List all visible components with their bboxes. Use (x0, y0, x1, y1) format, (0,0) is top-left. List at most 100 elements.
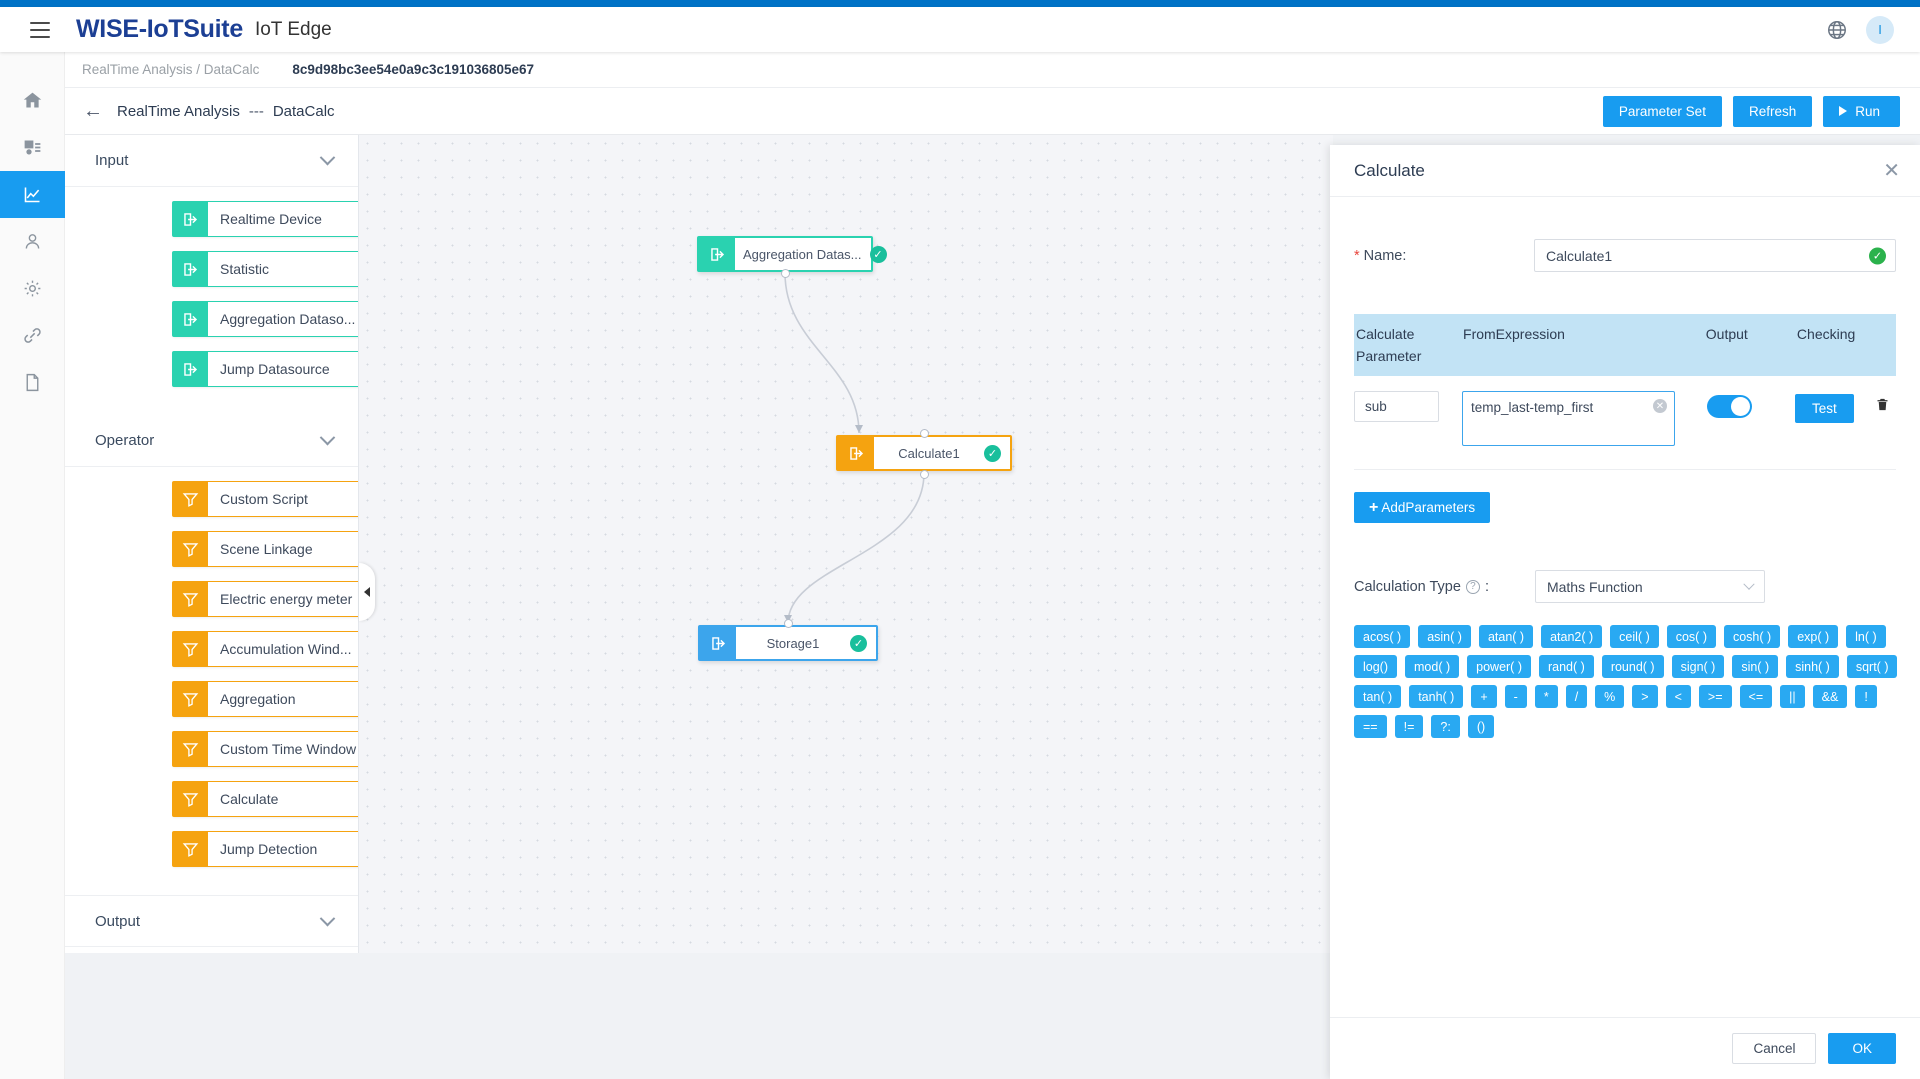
check-circle-icon: ✓ (870, 246, 887, 263)
palette-group-output[interactable]: Output (65, 895, 358, 947)
palette-item-accumulation-window[interactable]: Accumulation Wind... (172, 631, 359, 667)
palette-item-realtime-device[interactable]: Realtime Device (172, 201, 359, 237)
refresh-button[interactable]: Refresh (1733, 96, 1812, 127)
globe-icon[interactable] (1826, 19, 1848, 41)
breadcrumb-path[interactable]: RealTime Analysis / DataCalc (82, 62, 259, 77)
avatar[interactable]: I (1866, 16, 1894, 44)
fn-button-acos[interactable]: acos( ) (1354, 625, 1410, 648)
product-name: IoT Edge (255, 19, 332, 41)
node-port-out[interactable] (920, 470, 929, 479)
rail-item-account[interactable] (0, 218, 65, 265)
parameter-set-button[interactable]: Parameter Set (1603, 96, 1722, 127)
palette-item-label: Custom Time Window (208, 732, 359, 766)
fn-button-power[interactable]: power( ) (1467, 655, 1531, 678)
name-input[interactable] (1534, 239, 1896, 272)
name-label-text: Name: (1364, 248, 1407, 264)
palette-item-jump-detection[interactable]: Jump Detection (172, 831, 359, 867)
node-port-in[interactable] (920, 429, 929, 438)
fn-button-less[interactable]: < (1666, 685, 1691, 708)
fn-button-rand[interactable]: rand( ) (1539, 655, 1594, 678)
fn-button-not-equals[interactable]: != (1395, 715, 1424, 738)
play-icon (1839, 106, 1847, 116)
funnel-icon (173, 582, 208, 616)
palette-group-input[interactable]: Input (65, 135, 358, 187)
breadcrumb: RealTime Analysis / DataCalc 8c9d98bc3ee… (65, 52, 1920, 88)
canvas-node-storage1[interactable]: Storage1 ✓ (698, 625, 878, 661)
fn-button-atan[interactable]: atan( ) (1479, 625, 1533, 648)
canvas-node-label: Calculate1 (874, 437, 984, 469)
fn-button-tan[interactable]: tan( ) (1354, 685, 1401, 708)
rail-item-logs[interactable] (0, 359, 65, 406)
palette-item-aggregation[interactable]: Aggregation (172, 681, 359, 717)
name-field-label: *Name: (1354, 248, 1534, 264)
palette-item-calculate[interactable]: Calculate (172, 781, 359, 817)
rail-item-devices[interactable] (0, 124, 65, 171)
fn-button-or[interactable]: || (1780, 685, 1805, 708)
parameter-name-input[interactable] (1354, 391, 1439, 422)
rail-item-analysis[interactable] (0, 171, 65, 218)
palette-item-custom-script[interactable]: Custom Script (172, 481, 359, 517)
canvas-node-aggregation-datasource[interactable]: Aggregation Datas... ✓ (697, 236, 873, 272)
fn-button-round[interactable]: round( ) (1602, 655, 1664, 678)
expression-textarea[interactable]: temp_last-temp_first (1462, 391, 1675, 446)
rail-item-home[interactable] (0, 77, 65, 124)
arrow-into-box-icon (700, 627, 736, 659)
fn-button-asin[interactable]: asin( ) (1418, 625, 1471, 648)
fn-button-less-equal[interactable]: <= (1740, 685, 1773, 708)
fn-button-and[interactable]: && (1813, 685, 1848, 708)
fn-button-sign[interactable]: sign( ) (1672, 655, 1725, 678)
clear-circle-icon[interactable]: ✕ (1653, 399, 1667, 413)
fn-button-equals[interactable]: == (1354, 715, 1387, 738)
fn-button-ternary[interactable]: ?: (1431, 715, 1459, 738)
arrow-left-icon[interactable]: ← (83, 101, 103, 121)
fn-button-log[interactable]: log() (1354, 655, 1397, 678)
question-circle-icon[interactable]: ? (1466, 580, 1480, 594)
fn-button-parentheses[interactable]: () (1468, 715, 1494, 738)
canvas-node-calculate1[interactable]: Calculate1 ✓ (836, 435, 1012, 471)
palette-collapse-handle[interactable] (359, 563, 375, 621)
expression-field-wrap: temp_last-temp_first ✕ (1462, 391, 1675, 451)
hamburger-icon[interactable] (30, 22, 50, 38)
palette-item-electric-energy-meter[interactable]: Electric energy meter (172, 581, 359, 617)
close-icon[interactable]: ✕ (1883, 161, 1900, 181)
rail-item-settings[interactable] (0, 265, 65, 312)
output-toggle[interactable] (1707, 395, 1752, 418)
cancel-button[interactable]: Cancel (1732, 1033, 1816, 1064)
fn-button-cos[interactable]: cos( ) (1667, 625, 1716, 648)
run-button[interactable]: Run (1823, 96, 1900, 127)
fn-button-divide[interactable]: / (1566, 685, 1587, 708)
fn-button-exp[interactable]: exp( ) (1788, 625, 1838, 648)
fn-button-minus[interactable]: - (1505, 685, 1527, 708)
fn-button-sin[interactable]: sin( ) (1732, 655, 1778, 678)
palette-item-statistic[interactable]: Statistic (172, 251, 359, 287)
palette-item-aggregation-datasource[interactable]: Aggregation Dataso... (172, 301, 359, 337)
palette-item-jump-datasource[interactable]: Jump Datasource (172, 351, 359, 387)
trash-icon[interactable] (1875, 397, 1890, 414)
node-port-in[interactable] (784, 619, 793, 628)
required-marker: * (1354, 248, 1360, 264)
fn-button-atan2[interactable]: atan2( ) (1541, 625, 1602, 648)
test-button[interactable]: Test (1795, 394, 1854, 423)
fn-button-mod[interactable]: mod( ) (1405, 655, 1459, 678)
palette-item-custom-time-window[interactable]: Custom Time Window (172, 731, 359, 767)
flow-canvas[interactable]: Aggregation Datas... ✓ Calculate1 ✓ Stor… (359, 135, 1333, 953)
fn-button-ceil[interactable]: ceil( ) (1610, 625, 1659, 648)
fn-button-modulo[interactable]: % (1595, 685, 1624, 708)
ok-button[interactable]: OK (1828, 1033, 1896, 1064)
fn-button-multiply[interactable]: * (1535, 685, 1558, 708)
add-parameters-button[interactable]: + AddParameters (1354, 492, 1490, 523)
fn-button-ln[interactable]: ln( ) (1846, 625, 1886, 648)
fn-button-not[interactable]: ! (1855, 685, 1876, 708)
rail-item-integration[interactable] (0, 312, 65, 359)
fn-button-sinh[interactable]: sinh( ) (1786, 655, 1839, 678)
fn-button-sqrt[interactable]: sqrt( ) (1847, 655, 1898, 678)
fn-button-cosh[interactable]: cosh( ) (1724, 625, 1780, 648)
calculation-type-select[interactable]: Maths Function (1535, 570, 1765, 603)
fn-button-tanh[interactable]: tanh( ) (1409, 685, 1463, 708)
node-port-out[interactable] (781, 269, 790, 278)
fn-button-plus[interactable]: + (1471, 685, 1496, 708)
fn-button-greater-equal[interactable]: >= (1699, 685, 1732, 708)
palette-group-operator[interactable]: Operator (65, 415, 358, 467)
palette-item-scene-linkage[interactable]: Scene Linkage (172, 531, 359, 567)
fn-button-greater[interactable]: > (1632, 685, 1657, 708)
